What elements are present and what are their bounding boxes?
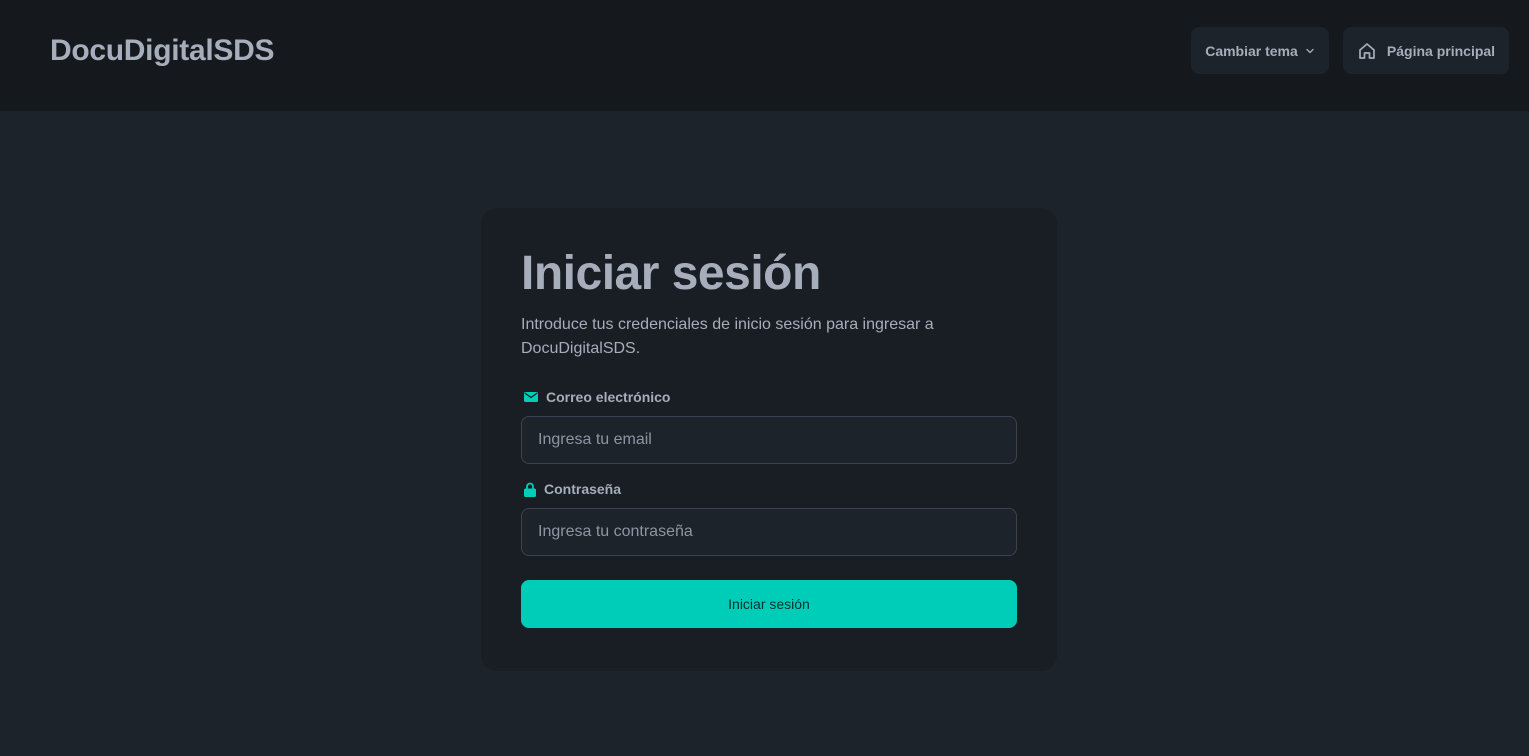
email-label: Correo electrónico bbox=[524, 389, 670, 405]
email-field[interactable] bbox=[521, 416, 1017, 464]
password-label-text: Contraseña bbox=[544, 481, 622, 497]
password-label: Contraseña bbox=[524, 481, 621, 497]
page-title: Iniciar sesión bbox=[521, 247, 821, 300]
navbar: DocuDigitalSDS Cambiar tema Página princ… bbox=[0, 0, 1529, 111]
envelope-icon bbox=[524, 391, 538, 403]
theme-button-label: Cambiar tema bbox=[1205, 42, 1298, 59]
chevron-down-icon bbox=[1305, 46, 1315, 56]
login-button[interactable]: Iniciar sesión bbox=[521, 580, 1017, 628]
login-card: Iniciar sesión Introduce tus credenciale… bbox=[481, 208, 1057, 671]
home-button-label: Página principal bbox=[1386, 42, 1496, 59]
lock-icon bbox=[524, 482, 536, 497]
login-description: Introduce tus credenciales de inicio ses… bbox=[521, 316, 934, 357]
home-icon bbox=[1357, 41, 1377, 61]
brand-logo[interactable]: DocuDigitalSDS bbox=[50, 34, 274, 68]
theme-switcher-button[interactable]: Cambiar tema bbox=[1191, 27, 1329, 74]
email-label-text: Correo electrónico bbox=[546, 389, 671, 405]
home-page-button[interactable]: Página principal bbox=[1343, 27, 1509, 74]
password-field[interactable] bbox=[521, 508, 1017, 556]
